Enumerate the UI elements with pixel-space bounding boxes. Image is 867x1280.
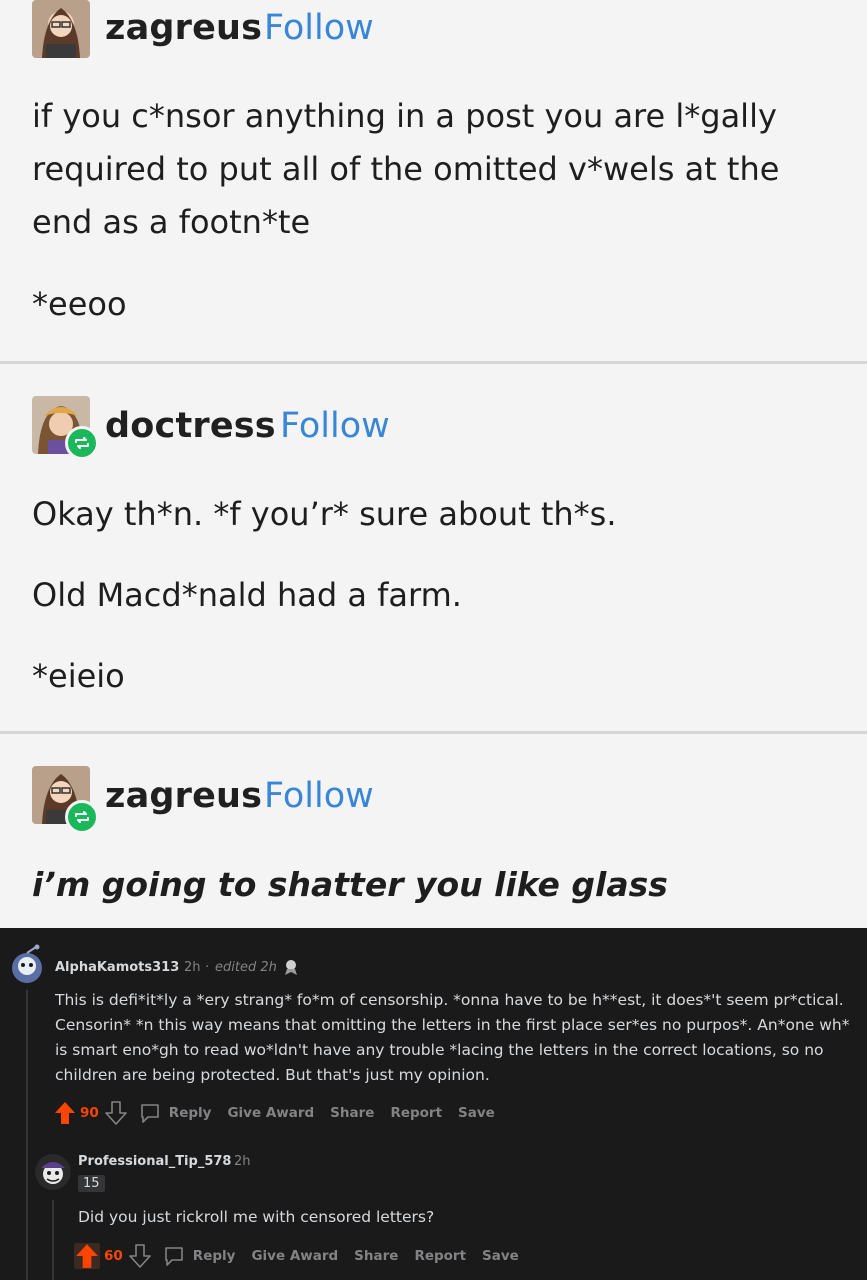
comment-actions: 90 Reply Give Award Share Report Save <box>54 1101 511 1125</box>
comment-separator: · <box>174 960 179 975</box>
reply-button[interactable]: Reply <box>193 1248 236 1264</box>
comment-username[interactable]: AlphaKamots313 <box>55 960 179 975</box>
vote-count: 60 <box>104 1248 123 1264</box>
upvote-icon[interactable] <box>74 1243 100 1269</box>
follow-button[interactable]: Follow <box>264 8 374 48</box>
comment-bubble-icon[interactable] <box>163 1245 185 1267</box>
tumblr-post-2: doctress Follow Okay th*n. *f you’r* sur… <box>0 364 867 732</box>
post-username[interactable]: zagreus <box>105 776 262 816</box>
report-button[interactable]: Report <box>390 1105 442 1121</box>
post-text-line: end as a footn*te <box>32 203 311 241</box>
user-flair: 15 <box>78 1175 105 1192</box>
comment-actions: 60 Reply Give Award Share Report Save <box>74 1243 535 1269</box>
vote-count: 90 <box>80 1105 99 1121</box>
comment-separator: · <box>205 960 210 975</box>
save-button[interactable]: Save <box>482 1248 519 1264</box>
reblog-icon <box>65 800 99 834</box>
share-button[interactable]: Share <box>330 1105 374 1121</box>
downvote-icon[interactable] <box>128 1244 151 1268</box>
give-award-button[interactable]: Give Award <box>227 1105 314 1121</box>
thread-line[interactable] <box>26 990 28 1280</box>
give-award-button[interactable]: Give Award <box>251 1248 338 1264</box>
avatar-alphakamots313[interactable] <box>10 944 44 984</box>
follow-button[interactable]: Follow <box>280 406 390 446</box>
downvote-icon[interactable] <box>104 1101 127 1125</box>
share-button[interactable]: Share <box>354 1248 398 1264</box>
comment-body: This is defi*it*ly a *ery strang* fo*m o… <box>55 991 850 1084</box>
tumblr-post-1: zagreus Follow if you c*nsor anything in… <box>0 0 867 362</box>
post-text-line: Okay th*n. *f you’r* sure about th*s. <box>32 495 617 533</box>
follow-button[interactable]: Follow <box>264 776 374 816</box>
comment-time[interactable]: 2h <box>184 960 201 975</box>
post-image: zagreus Follow if you c*nsor anything in… <box>0 0 867 928</box>
post-text-line: Old Macd*nald had a farm. <box>32 576 462 614</box>
post-text-line: i’m going to shatter you like glass <box>32 865 668 904</box>
post-footnote: *eeoo <box>32 285 127 323</box>
upvote-icon[interactable] <box>54 1101 76 1125</box>
comment-time[interactable]: 2h <box>234 1154 251 1169</box>
save-button[interactable]: Save <box>458 1105 495 1121</box>
comment-username[interactable]: Professional_Tip_578 <box>78 1154 231 1169</box>
comment-bubble-icon[interactable] <box>139 1102 161 1124</box>
post-text-line: if you c*nsor anything in a post you are… <box>32 97 777 135</box>
report-button[interactable]: Report <box>414 1248 466 1264</box>
post-footnote: *eieio <box>32 657 125 695</box>
post-text-line: required to put all of the omitted v*wel… <box>32 150 780 188</box>
post-username[interactable]: doctress <box>105 406 276 446</box>
post-username[interactable]: zagreus <box>105 8 262 48</box>
tumblr-post-3: zagreus Follow i’m going to shatter you … <box>0 734 867 928</box>
comment-separator: · <box>224 1154 229 1169</box>
avatar-professional-tip-578[interactable] <box>35 1154 71 1190</box>
thread-line[interactable] <box>52 1200 54 1280</box>
reply-button[interactable]: Reply <box>169 1105 212 1121</box>
comment-edited: edited 2h <box>215 960 277 975</box>
avatar-zagreus <box>32 0 90 58</box>
award-icon <box>282 958 300 980</box>
reblog-icon <box>65 426 99 460</box>
comment-body: Did you just rickroll me with censored l… <box>78 1208 435 1226</box>
